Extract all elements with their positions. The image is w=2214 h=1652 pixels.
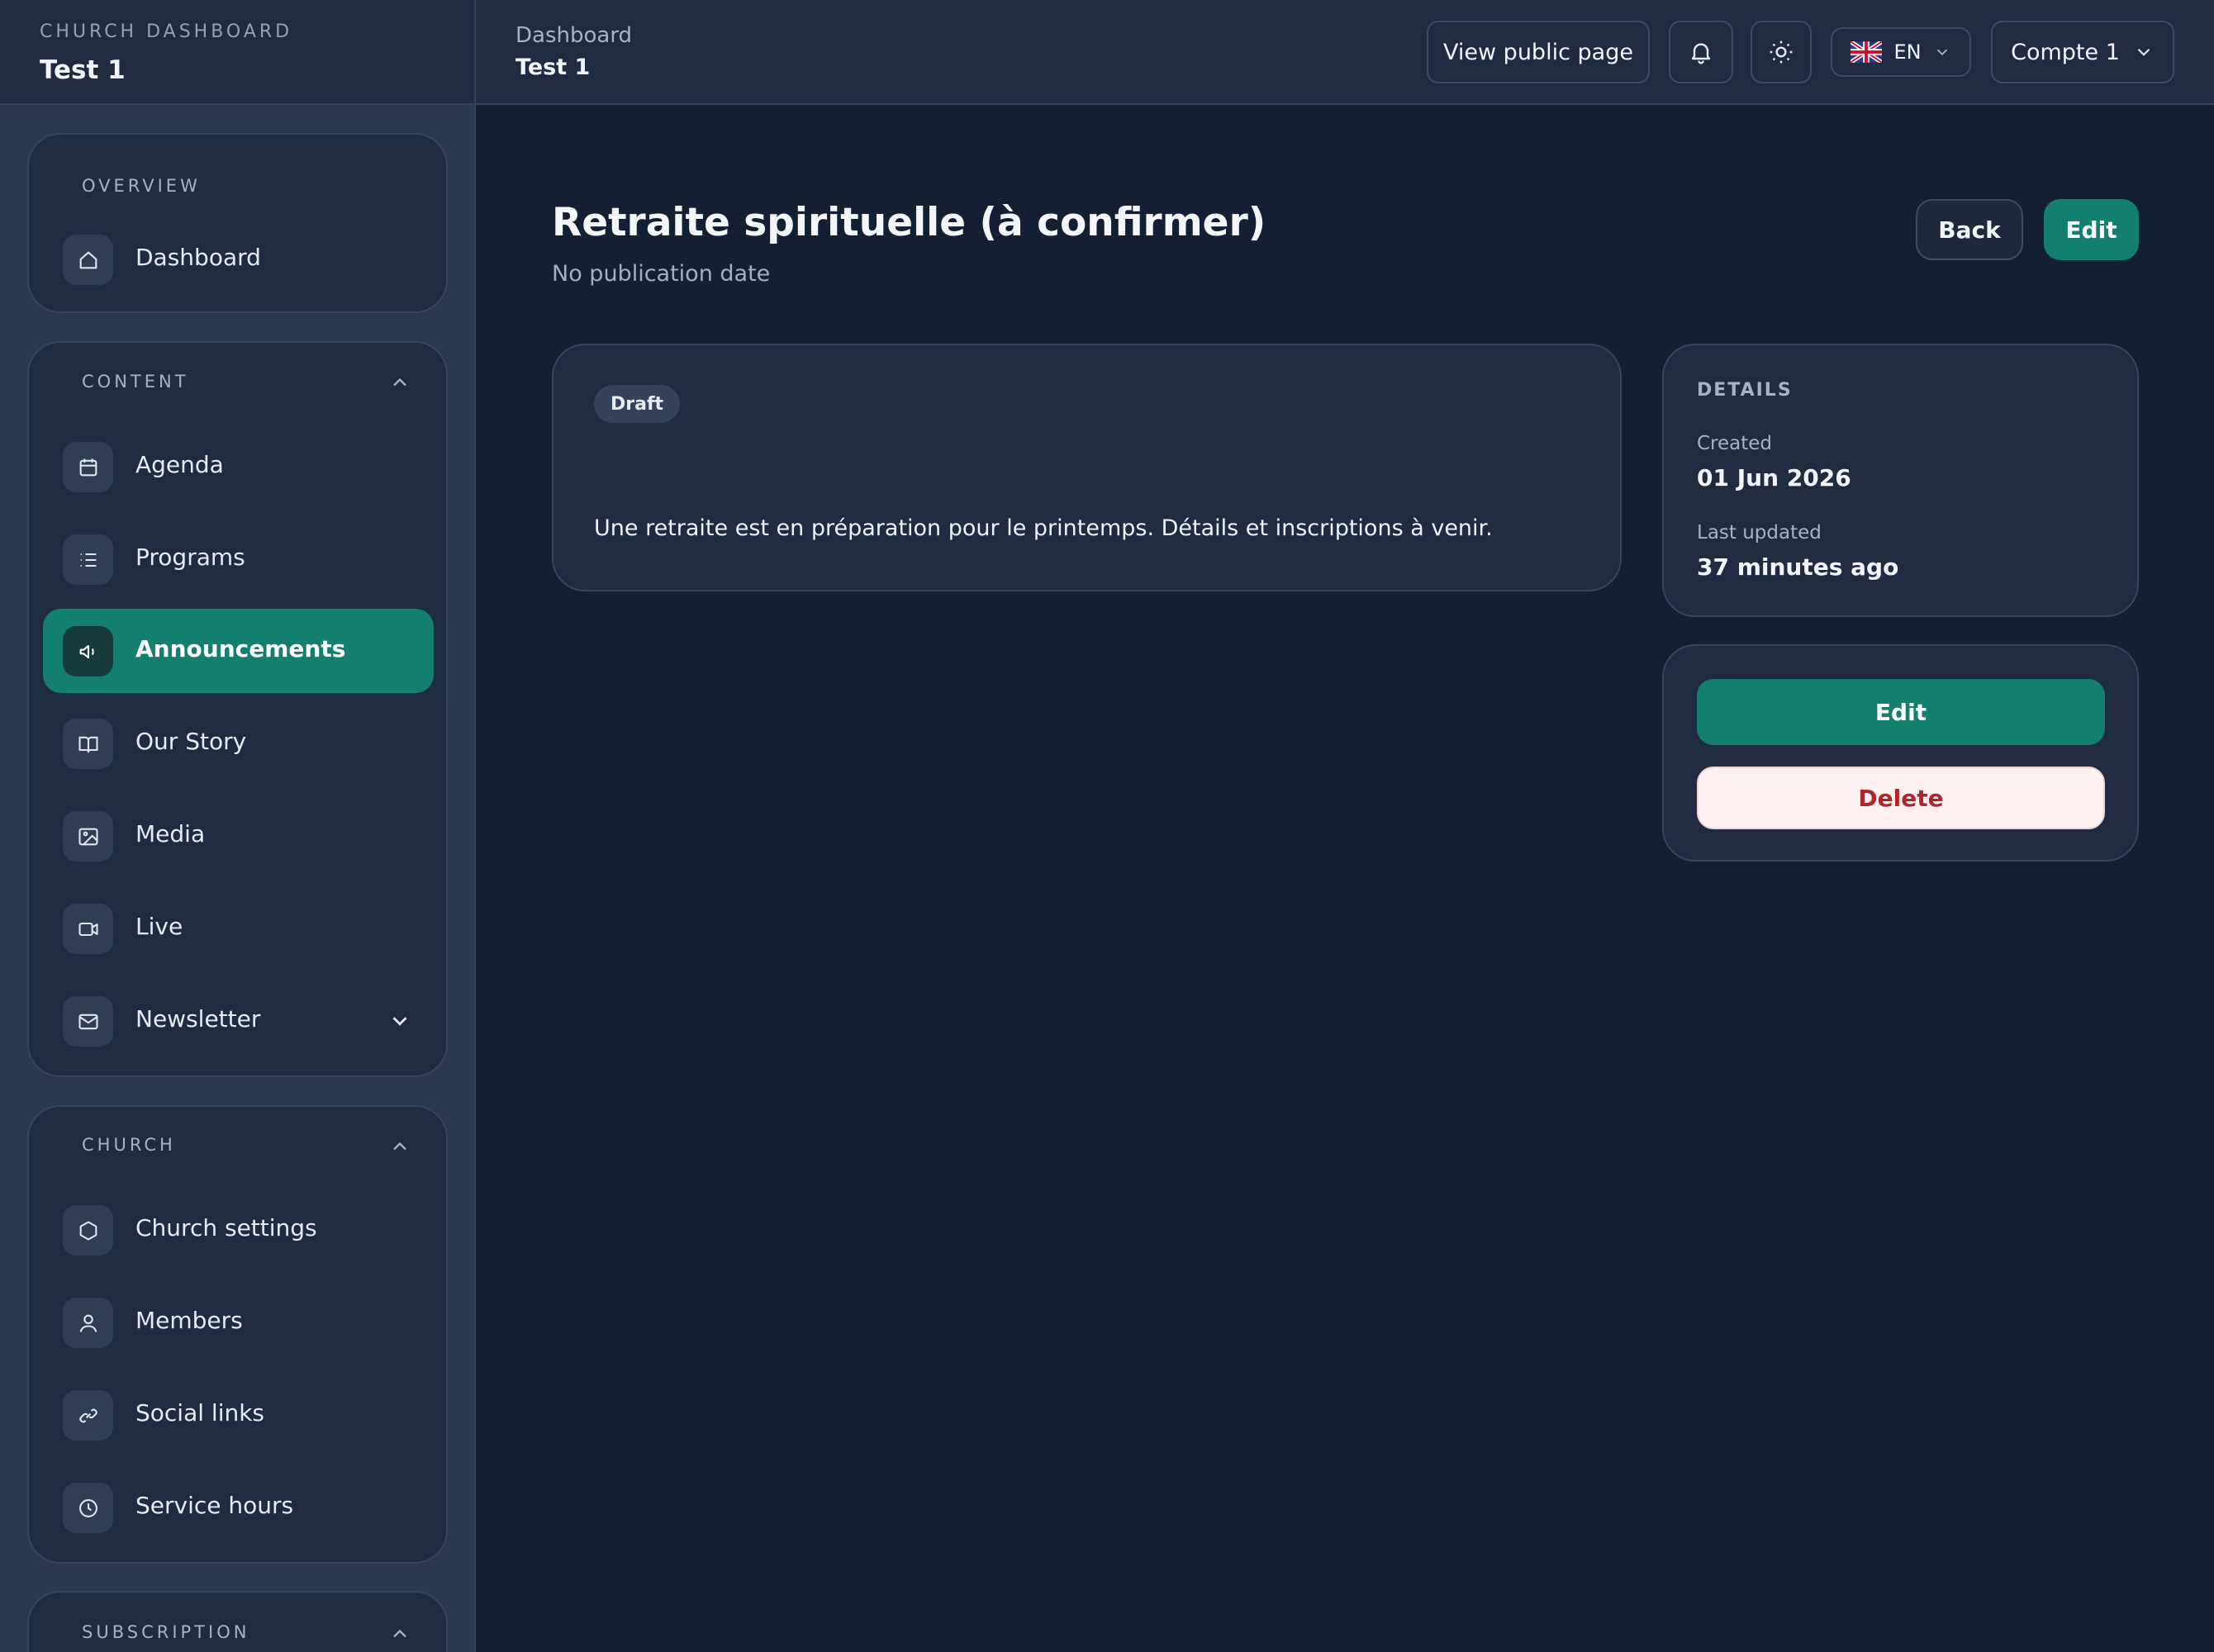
sidebar-item-members[interactable]: Members — [43, 1280, 434, 1365]
chevron-down-icon — [1936, 49, 1947, 56]
video-icon — [63, 904, 113, 954]
brand: CHURCH DASHBOARD Test 1 — [0, 0, 474, 105]
sidebar-item-programs[interactable]: Programs — [43, 517, 434, 601]
sun-icon — [1770, 40, 1793, 64]
sidebar-item-newsletter[interactable]: Newsletter — [43, 979, 434, 1063]
clock-icon — [63, 1483, 113, 1533]
sidebar-item-announcements[interactable]: Announcements — [43, 609, 434, 693]
sidebar-item-label: Programs — [135, 544, 245, 571]
account-menu-button[interactable]: Compte 1 — [1991, 21, 2174, 83]
sidebar-item-label: Social links — [135, 1399, 265, 1427]
created-value: 01 Jun 2026 — [1697, 464, 1851, 491]
edit-action-button[interactable]: Edit — [1697, 679, 2105, 745]
calendar-icon — [63, 442, 113, 492]
megaphone-icon — [63, 626, 113, 676]
notifications-button[interactable] — [1669, 21, 1733, 83]
announcement-card: Draft Une retraite est en préparation po… — [552, 344, 1622, 591]
sidebar-item-label: Our Story — [135, 728, 247, 755]
sidebar: CHURCH DASHBOARD Test 1 OVERVIEW Dashboa… — [0, 0, 476, 1652]
group-title-overview: OVERVIEW — [82, 176, 201, 196]
sidebar-item-dashboard[interactable]: Dashboard — [43, 217, 434, 301]
sidebar-item-label: Church settings — [135, 1214, 317, 1241]
sidebar-item-label: Newsletter — [135, 1005, 261, 1032]
bell-icon — [1691, 43, 1711, 64]
status-badge: Draft — [594, 385, 681, 423]
chevron-up-icon[interactable] — [388, 1622, 411, 1645]
sidebar-item-label: Media — [135, 820, 206, 847]
sidebar-item-label: Announcements — [135, 635, 346, 662]
account-name: Compte 1 — [2011, 39, 2120, 65]
sidebar-item-social-links[interactable]: Social links — [43, 1373, 434, 1457]
link-icon — [63, 1390, 113, 1441]
chevron-up-icon[interactable] — [388, 1135, 411, 1158]
breadcrumb[interactable]: Dashboard — [515, 23, 632, 48]
delete-button[interactable]: Delete — [1697, 767, 2105, 829]
app-root: CHURCH DASHBOARD Test 1 OVERVIEW Dashboa… — [0, 0, 2214, 1652]
theme-toggle-button[interactable] — [1751, 21, 1812, 83]
sidebar-item-label: Members — [135, 1307, 243, 1334]
sidebar-item-church-settings[interactable]: Church settings — [43, 1188, 434, 1272]
uk-flag-icon — [1851, 41, 1883, 63]
back-button[interactable]: Back — [1916, 199, 2023, 260]
details-card: DETAILS Created 01 Jun 2026 Last updated… — [1662, 344, 2139, 617]
edit-button[interactable]: Edit — [2044, 199, 2139, 260]
sidebar-item-label: Dashboard — [135, 244, 261, 271]
announcement-body: Une retraite est en préparation pour le … — [594, 515, 1493, 541]
group-title-subscription: SUBSCRIPTION — [82, 1622, 250, 1642]
actions-card: Edit Delete — [1662, 644, 2139, 862]
image-icon — [63, 811, 113, 862]
created-label: Created — [1697, 433, 1773, 454]
list-icon — [63, 534, 113, 585]
group-title-content: CONTENT — [82, 372, 189, 392]
mail-icon — [63, 996, 113, 1047]
nav-group-subscription: SUBSCRIPTION — [27, 1591, 448, 1652]
brand-title: Test 1 — [40, 55, 126, 85]
chevron-down-icon[interactable] — [387, 1009, 412, 1033]
sidebar-item-label: Service hours — [135, 1492, 294, 1519]
nav-group-content: CONTENT Agenda Programs Announcements Ou… — [27, 341, 448, 1077]
nav-group-overview: OVERVIEW Dashboard — [27, 133, 448, 313]
language-select[interactable]: EN — [1831, 27, 1971, 77]
sidebar-item-our-story[interactable]: Our Story — [43, 701, 434, 786]
user-icon — [63, 1298, 113, 1348]
sidebar-item-label: Agenda — [135, 451, 224, 478]
last-updated-value: 37 minutes ago — [1697, 553, 1899, 581]
page-title: Retraite spirituelle (à confirmer) — [552, 200, 1266, 245]
sidebar-item-live[interactable]: Live — [43, 886, 434, 971]
sidebar-item-media[interactable]: Media — [43, 794, 434, 878]
hexagon-icon — [63, 1205, 113, 1256]
chevron-down-icon — [2137, 48, 2150, 56]
chevron-up-icon[interactable] — [388, 371, 411, 394]
home-icon — [63, 235, 113, 285]
sidebar-item-agenda[interactable]: Agenda — [43, 425, 434, 509]
brand-eyebrow: CHURCH DASHBOARD — [40, 21, 293, 42]
group-title-church: CHURCH — [82, 1135, 176, 1155]
topbar: Dashboard Test 1 View public page EN Com… — [476, 0, 2214, 105]
details-title: DETAILS — [1697, 380, 1793, 401]
page-subtitle: No publication date — [552, 261, 771, 287]
view-public-page-button[interactable]: View public page — [1427, 21, 1650, 83]
sidebar-item-service-hours[interactable]: Service hours — [43, 1465, 434, 1550]
last-updated-label: Last updated — [1697, 522, 1822, 544]
nav-group-church: CHURCH Church settings Members Social li… — [27, 1105, 448, 1564]
breadcrumb-current: Test 1 — [515, 55, 591, 80]
language-code: EN — [1893, 40, 1922, 64]
book-icon — [63, 719, 113, 769]
sidebar-item-label: Live — [135, 913, 183, 940]
